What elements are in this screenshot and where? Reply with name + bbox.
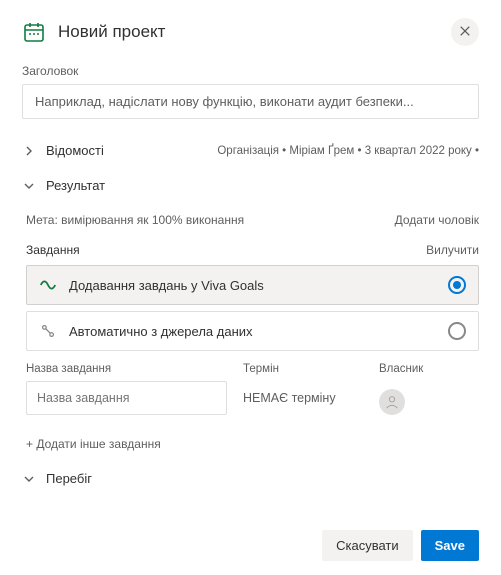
chevron-down-icon — [22, 179, 36, 193]
details-section-toggle[interactable]: Відомості Організація • Міріам Ґрем • 3 … — [22, 133, 479, 168]
task-due-value[interactable]: НЕМАЄ терміну — [243, 381, 363, 415]
goal-meta-text: Мета: вимірювання як 100% виконання — [26, 213, 244, 227]
title-input[interactable] — [22, 84, 479, 119]
cancel-button[interactable]: Скасувати — [322, 530, 413, 561]
radio-checked-icon — [448, 276, 466, 294]
data-source-icon — [39, 322, 57, 340]
progress-section-label: Перебіг — [46, 471, 92, 486]
close-button[interactable] — [451, 18, 479, 46]
radio-unchecked-icon — [448, 322, 466, 340]
progress-section-toggle[interactable]: Перебіг — [22, 461, 479, 496]
task-owner-label: Власник — [379, 363, 479, 375]
result-body: Мета: вимірювання як 100% виконання Дода… — [22, 213, 479, 461]
task-owner-col: Власник — [379, 363, 479, 423]
result-section-toggle[interactable]: Результат — [22, 168, 479, 203]
task-option-label: Додавання завдань у Viva Goals — [69, 278, 436, 293]
task-name-label: Назва завдання — [26, 363, 227, 375]
chevron-right-icon — [22, 144, 36, 158]
task-option-data-source[interactable]: Автоматично з джерела даних — [26, 311, 479, 351]
task-option-viva-goals[interactable]: Додавання завдань у Viva Goals — [26, 265, 479, 305]
dialog-footer: Скасувати Save — [322, 530, 479, 561]
dialog-title: Новий проект — [58, 22, 439, 42]
dialog-header: Новий проект — [22, 18, 479, 46]
task-name-input[interactable] — [26, 381, 227, 415]
close-icon — [459, 25, 471, 40]
chevron-down-icon — [22, 472, 36, 486]
viva-goals-icon — [39, 276, 57, 294]
result-section-label: Результат — [46, 178, 105, 193]
title-field-label: Заголовок — [22, 64, 479, 78]
details-meta: Організація • Міріам Ґрем • 3 квартал 20… — [217, 145, 479, 157]
details-section-label: Відомості — [46, 143, 104, 158]
calendar-project-icon — [22, 20, 46, 44]
add-numeric-link[interactable]: Додати чоловік — [395, 213, 479, 227]
task-name-col: Назва завдання — [26, 363, 227, 423]
add-another-task[interactable]: + Додати інше завдання — [26, 433, 479, 461]
avatar-placeholder-icon — [379, 389, 405, 415]
remove-link[interactable]: Вилучити — [426, 243, 479, 257]
task-option-label: Автоматично з джерела даних — [69, 324, 436, 339]
tasks-heading: Завдання — [26, 243, 80, 257]
task-due-col: Термін НЕМАЄ терміну — [243, 363, 363, 423]
task-due-label: Термін — [243, 363, 363, 375]
task-owner-picker[interactable] — [379, 381, 479, 423]
save-button[interactable]: Save — [421, 530, 479, 561]
